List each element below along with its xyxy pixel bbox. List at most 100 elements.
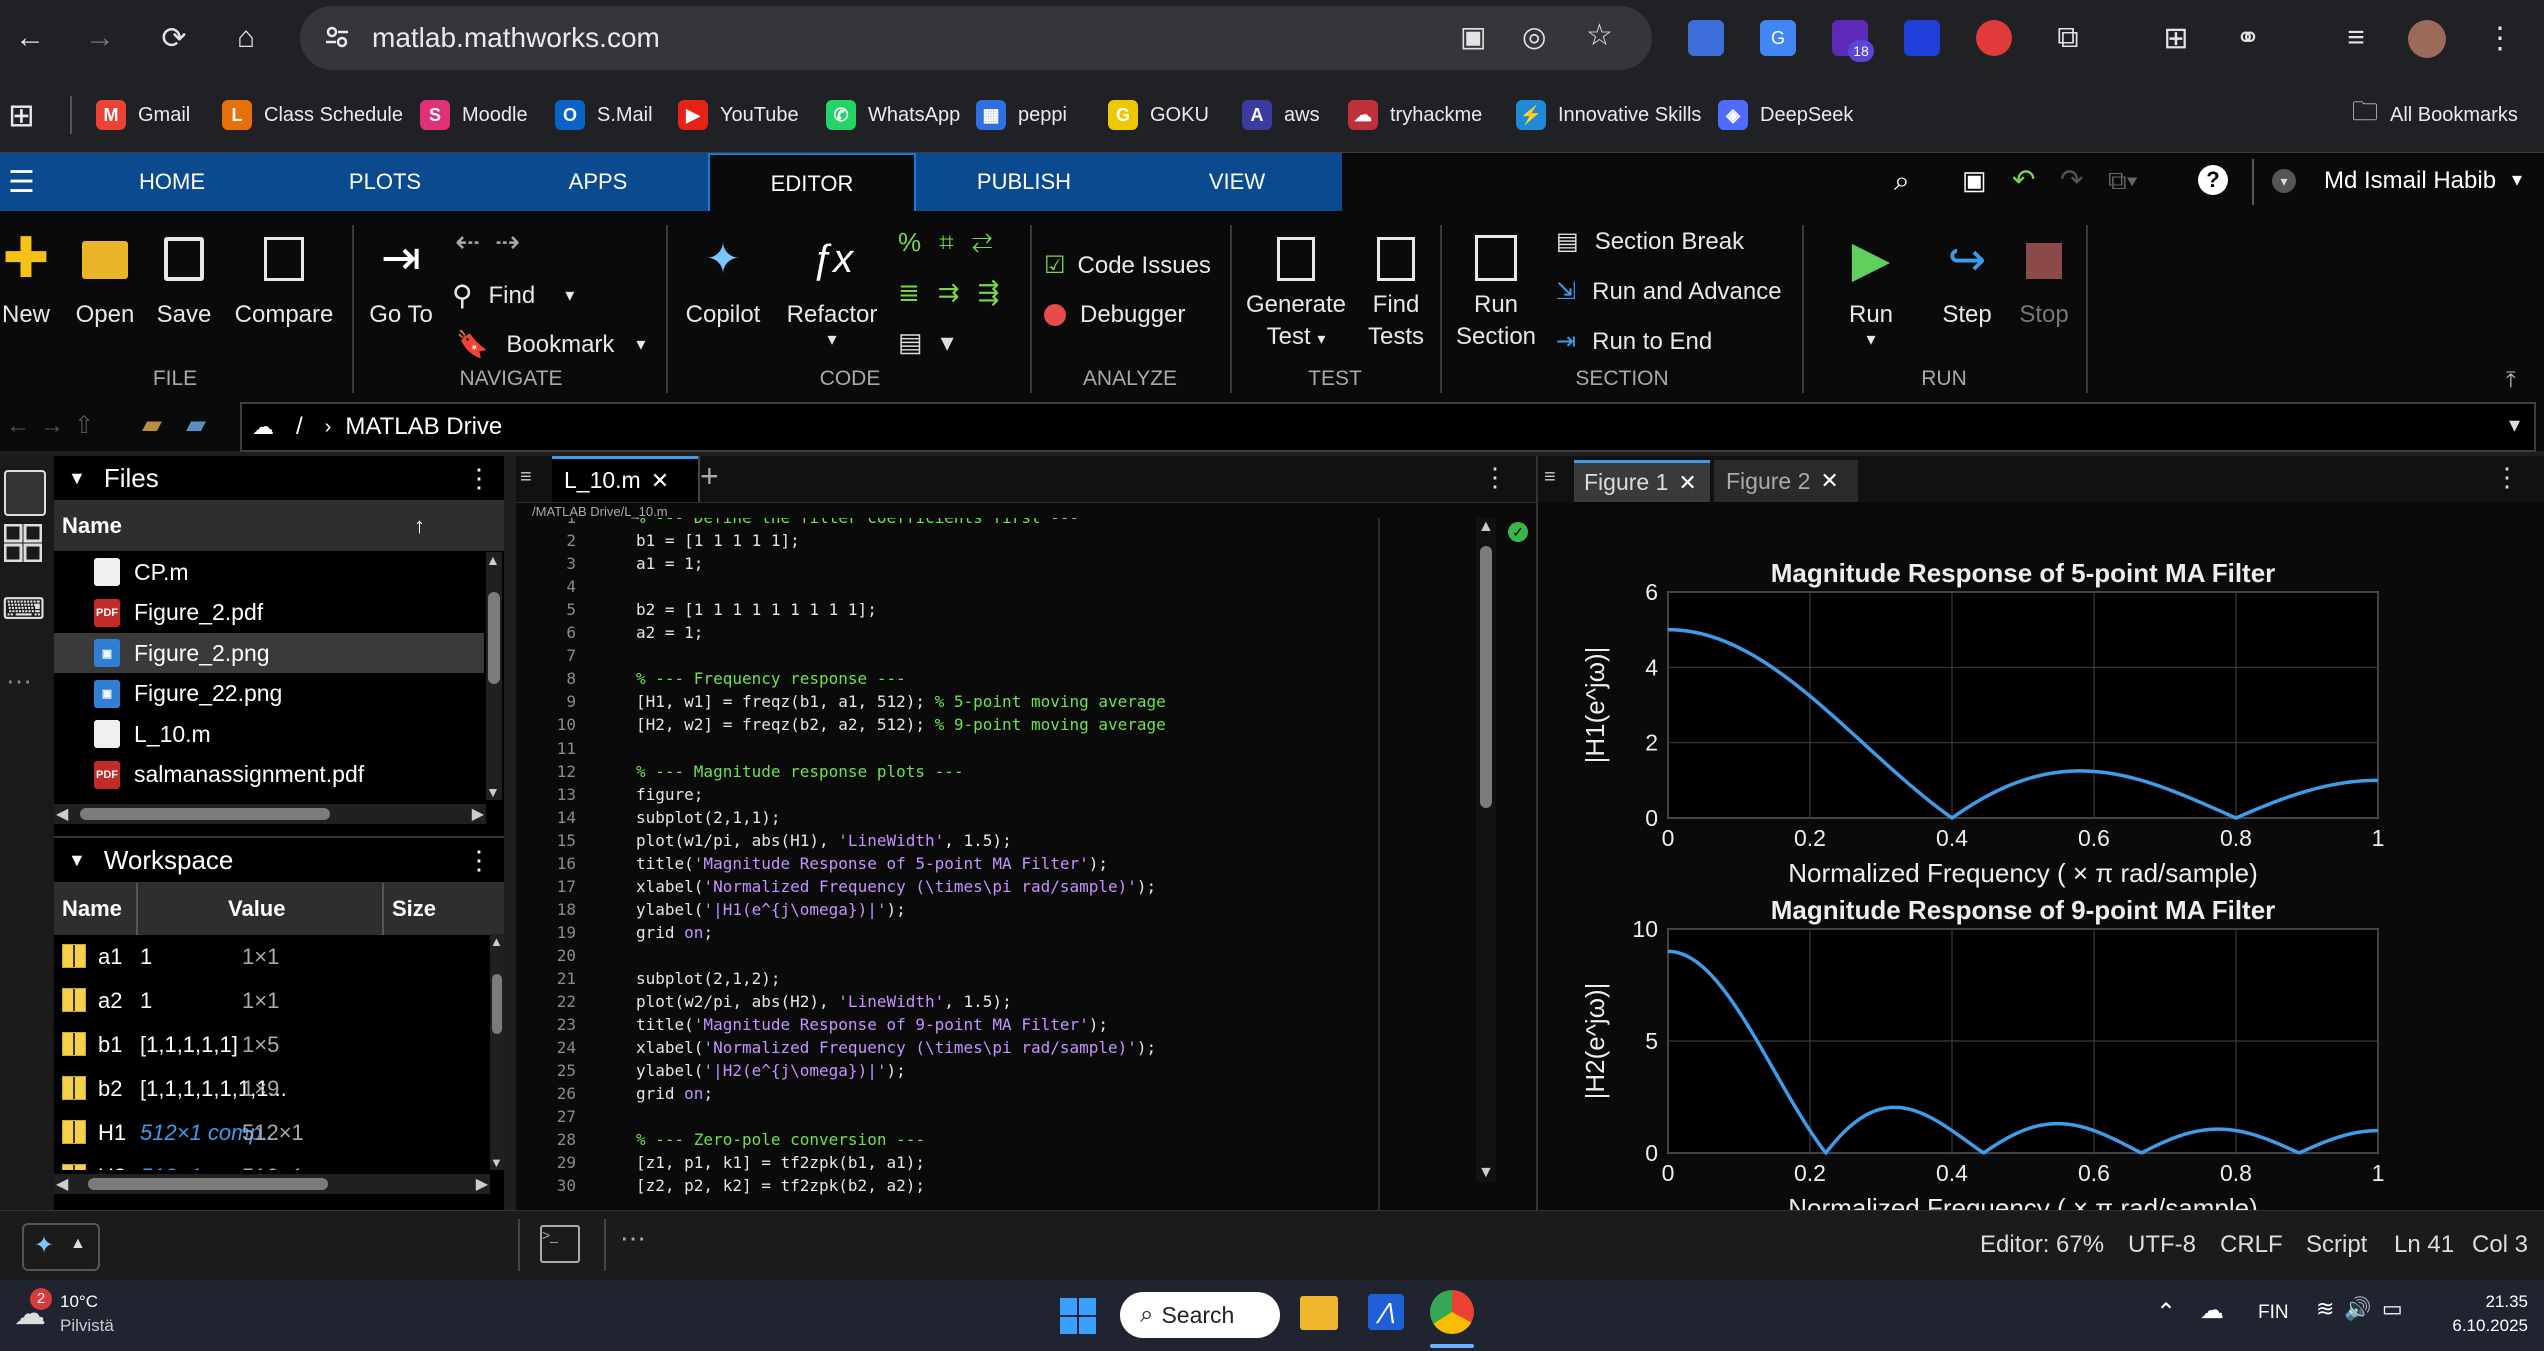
clock-date[interactable]: 6.10.2025 xyxy=(2428,1316,2528,1336)
user-chevron-down-icon[interactable]: ▾ xyxy=(2512,167,2522,192)
code-line[interactable]: plot(w2/pi, abs(H2), 'LineWidth', 1.5); xyxy=(636,990,1012,1013)
code-tools-row3[interactable]: ▤▾ xyxy=(898,327,972,358)
command-window-icon[interactable]: >_ xyxy=(540,1225,580,1263)
code-line[interactable]: [H1, w1] = freqz(b1, a1, 512); % 5-point… xyxy=(636,690,1166,713)
file-list-item[interactable]: L_10.m xyxy=(54,714,484,754)
files-vertical-scrollbar[interactable]: ▲ ▼ xyxy=(486,552,502,800)
step-button[interactable]: ↪ Step xyxy=(1934,231,2000,329)
debugger-button[interactable]: Debugger xyxy=(1044,301,1185,329)
close-icon[interactable]: ✕ xyxy=(1820,468,1838,494)
more-panels-icon[interactable]: ⋯ xyxy=(6,666,32,697)
figure-bar-menu-icon[interactable]: ≡ xyxy=(1544,466,1556,489)
new-button[interactable]: ✚ New xyxy=(0,230,52,329)
media-icon[interactable]: ≡ xyxy=(2336,18,2376,58)
code-line[interactable]: b2 = [1 1 1 1 1 1 1 1 1]; xyxy=(636,598,877,621)
code-line[interactable]: a1 = 1; xyxy=(636,552,703,575)
editor-vertical-scrollbar[interactable]: ▲ ▼ xyxy=(1476,518,1496,1182)
file-list-item[interactable]: PDF salmanassignment.pdf xyxy=(54,755,484,795)
current-folder-path[interactable]: ☁ / › MATLAB Drive ▾ xyxy=(240,402,2536,452)
figure-canvas[interactable]: 0 0.2 0.4 0.6 0.8 10246Magnitude Response of … xyxy=(1538,502,2544,1210)
sort-ascending-icon[interactable]: ↑ xyxy=(414,513,425,539)
command-history-icon[interactable]: ⌨ xyxy=(2,592,45,627)
section-break-button[interactable]: ▤ Section Break xyxy=(1556,227,1744,256)
chevron-down-icon[interactable]: ▾ xyxy=(2509,412,2520,438)
folder-nav-icons[interactable]: ←→⇧ xyxy=(6,411,104,440)
code-line[interactable]: plot(w1/pi, abs(H1), 'LineWidth', 1.5); xyxy=(636,829,1012,852)
tab-apps[interactable]: APPS xyxy=(526,153,670,211)
all-bookmarks[interactable]: 🗀 All Bookmarks xyxy=(2352,96,2518,132)
apps-grid-icon[interactable]: ⊞ xyxy=(8,96,35,134)
code-line[interactable]: grid on; xyxy=(636,921,713,944)
address-bar[interactable]: matlab.mathworks.com ▣ ◎ ☆ xyxy=(300,6,1652,70)
forward-arrow-icon[interactable]: → xyxy=(80,18,120,58)
extension-blue-icon[interactable] xyxy=(1904,20,1940,56)
translate-page-icon[interactable]: ⊞ xyxy=(2156,18,2196,58)
tab-view[interactable]: VIEW xyxy=(1165,153,1309,211)
refactor-button[interactable]: ƒx Refactor ▾ xyxy=(784,231,880,350)
generate-test-button[interactable]: Generate Test ▾ xyxy=(1240,231,1352,356)
tab-editor[interactable]: EDITOR xyxy=(708,153,916,213)
code-line[interactable]: ylabel('|H1(e^{j\omega})|'); xyxy=(636,898,906,921)
search-icon[interactable]: ⌕ xyxy=(1894,165,1910,198)
collapse-chevron-icon[interactable]: ▼ xyxy=(68,850,86,871)
back-arrow-icon[interactable]: ← xyxy=(10,18,50,58)
code-line[interactable]: [z1, p1, k1] = tf2zpk(b1, a1); xyxy=(636,1151,925,1174)
run-and-advance-button[interactable]: ⇲ Run and Advance xyxy=(1556,277,1782,306)
bookmark-whatsapp[interactable]: ✆ WhatsApp xyxy=(826,98,960,132)
taskbar-search[interactable]: ⌕ Search xyxy=(1120,1292,1280,1338)
code-tools-row1[interactable]: %⌗⇄ xyxy=(898,227,1011,259)
tab-publish[interactable]: PUBLISH xyxy=(952,153,1096,211)
forward-nav-icon[interactable]: ⇢ xyxy=(495,225,520,260)
workspace-panel-icon[interactable] xyxy=(3,523,43,563)
google-translate-icon[interactable]: G xyxy=(1760,20,1796,56)
code-line[interactable]: ylabel('|H2(e^{j\omega})|'); xyxy=(636,1059,906,1082)
code-line[interactable]: subplot(2,1,2); xyxy=(636,967,781,990)
extension-screen-icon[interactable] xyxy=(1688,20,1724,56)
bookmark-button[interactable]: 🔖 Bookmark ▾ xyxy=(456,329,645,360)
workspace-row[interactable]: H1 512×1 comp... 512×1 xyxy=(54,1110,490,1154)
workspace-column-header[interactable]: Name Value Size xyxy=(54,883,504,935)
bookmark-aws[interactable]: Aaws xyxy=(1242,98,1320,132)
bookmark-peppi[interactable]: ▦ peppi xyxy=(976,98,1067,132)
code-line[interactable]: % --- Frequency response --- xyxy=(636,667,906,690)
code-line[interactable]: [H2, w2] = freqz(b2, a2, 512); % 9-point… xyxy=(636,713,1166,736)
copilot-chat-button[interactable]: ✦ ▲ xyxy=(22,1223,100,1271)
bookmark-tryhackme[interactable]: ☁ tryhackme xyxy=(1348,98,1482,132)
code-area[interactable]: 1 % --- Define the filter coefficients fi… xyxy=(516,518,1482,1210)
find-tests-button[interactable]: Find Tests xyxy=(1364,231,1428,353)
browse-folder-icon[interactable]: ▰ xyxy=(142,409,162,440)
no-translate-icon[interactable]: ▣ xyxy=(1460,20,1486,53)
bookmark-youtube[interactable]: ▶ YouTube xyxy=(678,98,799,132)
home-icon[interactable]: ⌂ xyxy=(226,18,266,58)
help-icon[interactable]: ? xyxy=(2198,165,2228,195)
wifi-volume-battery-icons[interactable]: ≋🔊▭ xyxy=(2316,1296,2413,1322)
code-analyzer-ok-icon[interactable]: ✓ xyxy=(1508,522,1528,542)
site-info-icon[interactable] xyxy=(324,24,350,50)
keyboard-language[interactable]: FIN xyxy=(2258,1302,2289,1324)
code-line[interactable]: xlabel('Normalized Frequency (\times\pi … xyxy=(636,875,1156,898)
save-button[interactable]: Save xyxy=(156,231,212,329)
collapse-chevron-icon[interactable]: ▼ xyxy=(68,468,86,489)
link-icon[interactable]: ⚭ xyxy=(2228,18,2268,58)
windows-start-icon[interactable] xyxy=(1060,1298,1096,1334)
puzzle-icon[interactable]: ⧉ xyxy=(2048,18,2088,58)
chrome-app-icon[interactable] xyxy=(1430,1290,1474,1334)
code-line[interactable]: a2 = 1; xyxy=(636,621,703,644)
profile-avatar[interactable] xyxy=(2408,20,2446,58)
code-line[interactable]: title('Magnitude Response of 5-point MA … xyxy=(636,852,1108,875)
goto-button[interactable]: ⇥ Go To xyxy=(364,231,438,329)
tab-plots[interactable]: PLOTS xyxy=(313,153,457,211)
close-icon[interactable]: ✕ xyxy=(651,468,669,494)
run-to-end-button[interactable]: ⇥ Run to End xyxy=(1556,327,1712,356)
file-explorer-icon[interactable] xyxy=(1300,1296,1338,1330)
code-line[interactable]: % --- Zero-pole conversion --- xyxy=(636,1128,925,1151)
save-quick-icon[interactable]: ▣ xyxy=(1962,165,1987,196)
workspace-row[interactable]: b2 [1,1,1,1,1,1,1... 1×9 xyxy=(54,1066,490,1110)
file-list-item[interactable]: ▣ Figure_22.png xyxy=(54,674,484,714)
user-menu-chevron-icon[interactable]: ▾ xyxy=(2272,169,2296,193)
clock-time[interactable]: 21.35 xyxy=(2468,1292,2528,1312)
new-tab-plus-icon[interactable]: + xyxy=(700,458,719,495)
find-button[interactable]: ⚲ Find ▾ xyxy=(452,279,574,312)
back-nav-icon[interactable]: ⇠ xyxy=(455,225,480,260)
eye-off-icon[interactable]: ◎ xyxy=(1522,20,1546,53)
